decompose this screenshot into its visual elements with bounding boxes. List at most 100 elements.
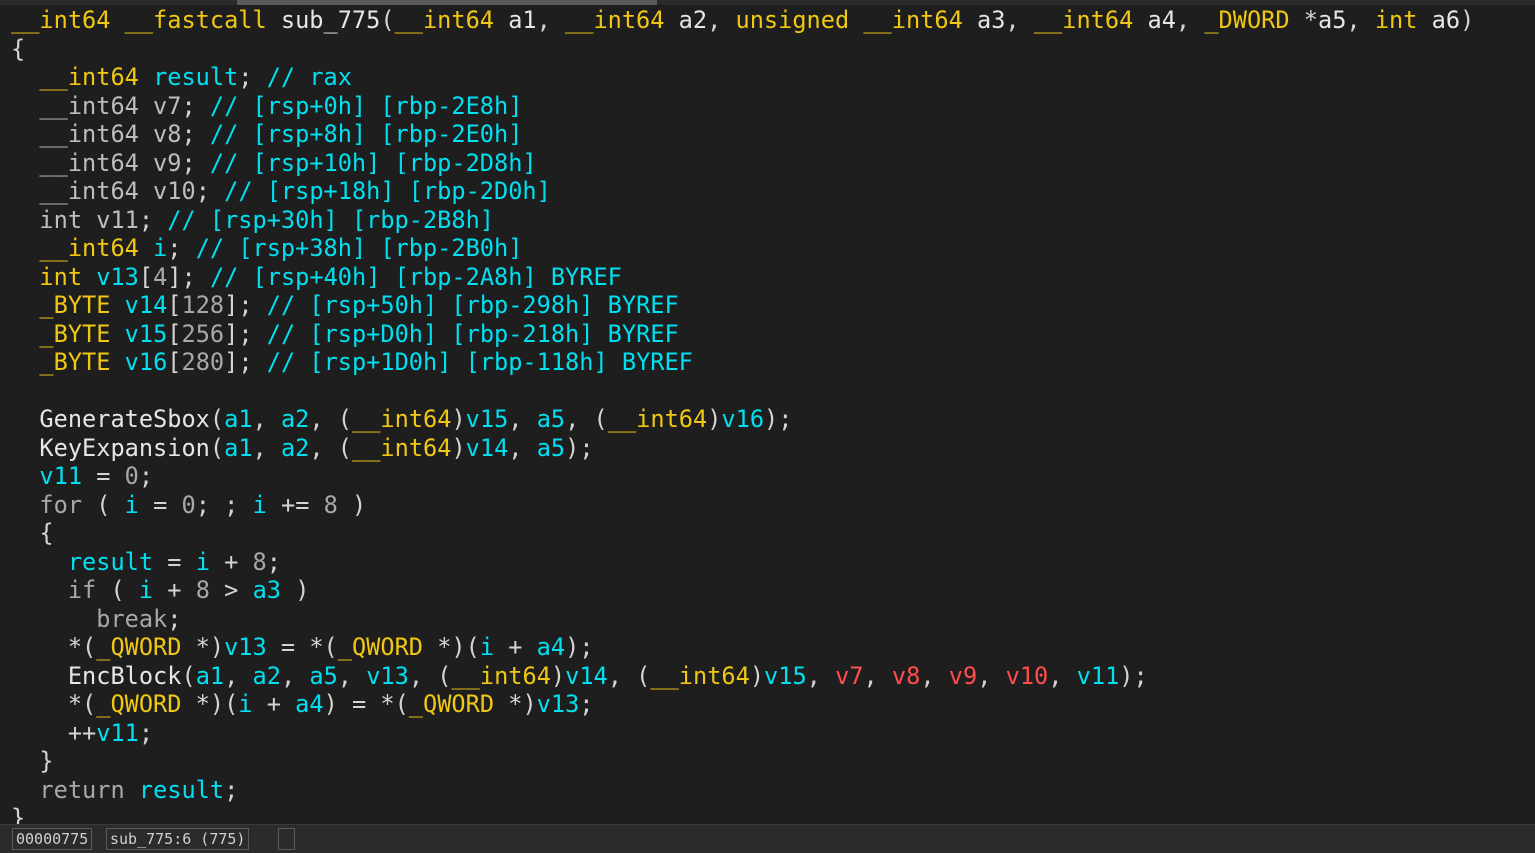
code-line[interactable]: GenerateSbox(a1, a2, (__int64)v15, a5, (… xyxy=(11,405,1474,434)
code-line[interactable]: _BYTE v16[280]; // [rsp+1D0h] [rbp-118h]… xyxy=(11,348,1474,377)
code-token[interactable]: a1 xyxy=(196,662,224,690)
code-token[interactable]: ]; xyxy=(167,263,210,291)
code-token[interactable]: GenerateSbox xyxy=(39,405,209,433)
code-token[interactable]: 128 xyxy=(182,291,225,319)
code-token[interactable]: ( xyxy=(210,434,224,462)
code-line[interactable]: __int64 __fastcall sub_775(__int64 a1, _… xyxy=(11,6,1474,35)
code-token[interactable]: // [rsp+8h] [rbp-2E0h] xyxy=(210,120,523,148)
code-token[interactable]: // [rsp+10h] [rbp-2D8h] xyxy=(210,149,537,177)
code-token[interactable]: = *( xyxy=(267,633,338,661)
code-token[interactable]: 256 xyxy=(182,320,225,348)
code-token[interactable]: { xyxy=(11,35,25,63)
code-token[interactable] xyxy=(11,462,39,490)
code-line[interactable]: int v13[4]; // [rsp+40h] [rbp-2A8h] BYRE… xyxy=(11,263,1474,292)
code-token[interactable]: v14 xyxy=(466,434,509,462)
code-token[interactable]: *( xyxy=(11,690,96,718)
code-token[interactable]: sub_775 xyxy=(281,6,380,34)
code-token[interactable]: a5 xyxy=(1318,6,1346,34)
code-line[interactable]: ++v11; xyxy=(11,719,1474,748)
code-token[interactable]: 0 xyxy=(182,491,196,519)
code-token[interactable]: ; xyxy=(167,605,181,633)
code-line[interactable]: __int64 v8; // [rsp+8h] [rbp-2E0h] xyxy=(11,120,1474,149)
code-token[interactable]: v13 xyxy=(537,690,580,718)
code-token[interactable]: EncBlock xyxy=(68,662,182,690)
code-line[interactable]: result = i + 8; xyxy=(11,548,1474,577)
code-token[interactable] xyxy=(11,291,39,319)
code-token[interactable]: , ( xyxy=(309,434,352,462)
code-token[interactable]: __int64 v7 xyxy=(39,92,181,120)
code-token[interactable]: i xyxy=(196,548,210,576)
code-token[interactable]: v7 xyxy=(835,662,863,690)
code-token[interactable]: ]; xyxy=(224,291,267,319)
code-token[interactable]: i xyxy=(253,491,267,519)
code-line[interactable]: _BYTE v15[256]; // [rsp+D0h] [rbp-218h] … xyxy=(11,320,1474,349)
code-token[interactable]: ) = *( xyxy=(324,690,409,718)
code-token[interactable] xyxy=(11,405,39,433)
code-token[interactable]: *) xyxy=(508,690,536,718)
code-token[interactable]: for xyxy=(39,491,82,519)
code-token[interactable] xyxy=(11,63,39,91)
pseudocode-view[interactable]: __int64 __fastcall sub_775(__int64 a1, _… xyxy=(0,0,1535,824)
code-token[interactable]: v16 xyxy=(721,405,764,433)
code-token[interactable] xyxy=(11,92,39,120)
code-token[interactable]: // rax xyxy=(267,63,352,91)
code-token[interactable]: ) xyxy=(338,491,366,519)
code-token[interactable]: __int64 xyxy=(650,662,749,690)
code-token[interactable]: > xyxy=(210,576,253,604)
code-token[interactable]: * xyxy=(1304,6,1318,34)
code-token[interactable]: = xyxy=(139,491,182,519)
code-token[interactable]: i xyxy=(480,633,494,661)
code-token[interactable]: = xyxy=(153,548,196,576)
code-token[interactable]: , xyxy=(281,662,309,690)
code-token[interactable]: ; xyxy=(139,462,153,490)
code-token[interactable]: v11 xyxy=(1077,662,1120,690)
code-token[interactable] xyxy=(11,177,39,205)
code-token[interactable]: __int64 xyxy=(39,234,153,262)
code-token[interactable]: int xyxy=(1375,6,1432,34)
code-line[interactable] xyxy=(11,377,1474,406)
code-line[interactable]: for ( i = 0; ; i += 8 ) xyxy=(11,491,1474,520)
code-line[interactable]: __int64 result; // rax xyxy=(11,63,1474,92)
code-token[interactable]: ) xyxy=(551,662,565,690)
code-token[interactable]: v13 xyxy=(366,662,409,690)
code-token[interactable]: __int64 xyxy=(352,434,451,462)
code-token[interactable]: __int64 xyxy=(565,6,679,34)
code-token[interactable]: + xyxy=(494,633,537,661)
code-line[interactable]: } xyxy=(11,804,1474,824)
code-token[interactable]: // [rsp+40h] [rbp-2A8h] BYREF xyxy=(210,263,622,291)
code-token[interactable]: [ xyxy=(167,348,181,376)
code-token[interactable]: ); xyxy=(565,434,593,462)
code-token[interactable]: v9 xyxy=(949,662,977,690)
code-token[interactable]: v11 xyxy=(39,462,82,490)
code-token[interactable]: a2 xyxy=(679,6,707,34)
code-token[interactable]: ); xyxy=(565,633,593,661)
code-token[interactable]: { xyxy=(11,519,53,547)
code-token[interactable]: ]; xyxy=(224,320,267,348)
code-token[interactable]: , xyxy=(338,662,366,690)
code-token[interactable] xyxy=(11,206,39,234)
code-token[interactable]: , xyxy=(224,662,252,690)
code-token[interactable] xyxy=(11,548,68,576)
code-token[interactable]: v13 xyxy=(96,263,139,291)
code-token[interactable]: , xyxy=(1005,6,1033,34)
code-token[interactable]: , xyxy=(920,662,948,690)
code-token[interactable]: ; xyxy=(267,548,281,576)
code-line[interactable]: _BYTE v14[128]; // [rsp+50h] [rbp-298h] … xyxy=(11,291,1474,320)
code-token[interactable]: , xyxy=(1048,662,1076,690)
code-token[interactable]: i xyxy=(125,491,139,519)
code-token[interactable]: ++ xyxy=(11,719,96,747)
code-token[interactable] xyxy=(11,377,25,405)
code-token[interactable]: // [rsp+D0h] [rbp-218h] BYREF xyxy=(267,320,679,348)
code-line[interactable]: *(_QWORD *)(i + a4) = *(_QWORD *)v13; xyxy=(11,690,1474,719)
code-token[interactable]: 280 xyxy=(182,348,225,376)
code-token[interactable]: ; xyxy=(167,234,195,262)
code-token[interactable]: + xyxy=(253,690,296,718)
code-token[interactable]: + xyxy=(210,548,253,576)
code-token[interactable]: v15 xyxy=(466,405,509,433)
code-token[interactable]: 4 xyxy=(153,263,167,291)
code-token[interactable] xyxy=(11,149,39,177)
code-line[interactable]: EncBlock(a1, a2, a5, v13, (__int64)v14, … xyxy=(11,662,1474,691)
code-token[interactable]: // [rsp+38h] [rbp-2B0h] xyxy=(196,234,523,262)
code-token[interactable]: *)( xyxy=(437,633,480,661)
code-line[interactable]: int v11; // [rsp+30h] [rbp-2B8h] xyxy=(11,206,1474,235)
